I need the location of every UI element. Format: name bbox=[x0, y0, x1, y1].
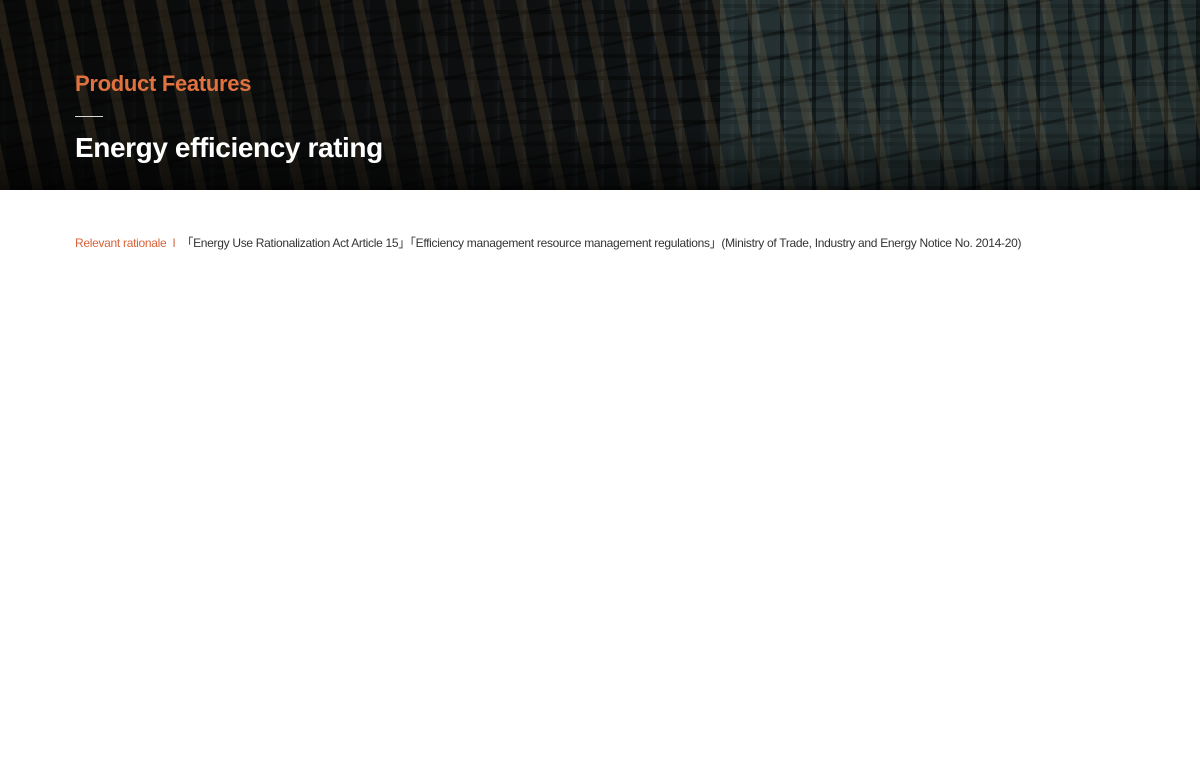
relevant-rationale: Relevant rationale I 「Energy Use Rationali… bbox=[75, 235, 1021, 251]
hero-eyebrow: Product Features bbox=[75, 71, 252, 96]
rationale-text: 「Energy Use Rationalization Act Article … bbox=[181, 236, 1022, 250]
hero-banner: Product Features Energy efficiency ratin… bbox=[0, 0, 1200, 190]
rationale-separator: I bbox=[172, 236, 176, 250]
rationale-label: Relevant rationale bbox=[75, 236, 167, 250]
hero-divider bbox=[75, 116, 103, 117]
page-title: Energy efficiency rating bbox=[75, 132, 383, 163]
hero-content: Product Features Energy efficiency ratin… bbox=[75, 70, 383, 165]
